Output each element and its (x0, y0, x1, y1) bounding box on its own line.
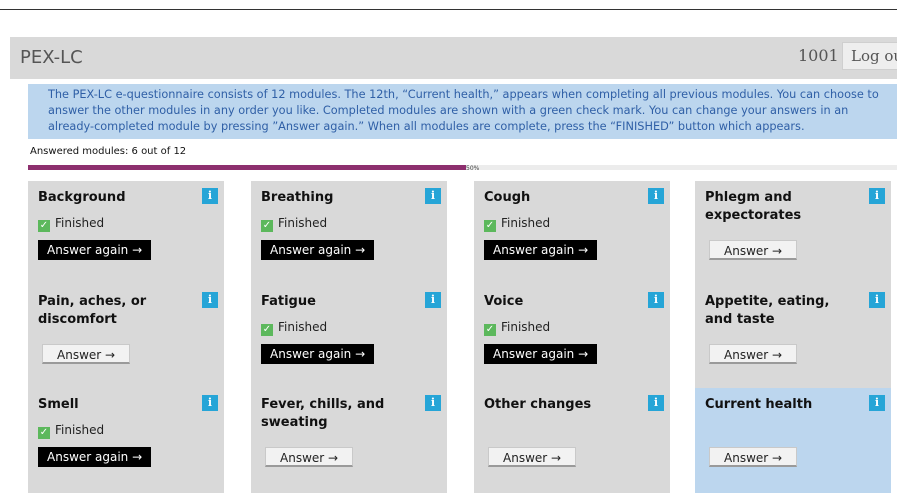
finished-status: ✓ Finished (484, 320, 550, 336)
answer-button[interactable]: Answer → (488, 447, 577, 467)
app-header: PEX-LC 1001 Log out (10, 37, 897, 79)
finished-status: ✓ Finished (261, 216, 327, 232)
check-icon: ✓ (261, 220, 273, 232)
progress-percent: 50% (466, 165, 480, 172)
answer-again-button[interactable]: Answer again → (261, 344, 375, 364)
answer-again-button[interactable]: Answer again → (38, 447, 152, 467)
finished-status: ✓ Finished (484, 216, 550, 232)
info-icon[interactable]: i (648, 188, 664, 204)
module-title: Other changes (484, 397, 592, 412)
info-icon[interactable]: i (648, 292, 664, 308)
check-icon: ✓ (261, 324, 273, 336)
app-title: PEX-LC (20, 47, 83, 68)
status-label: Finished (278, 320, 328, 334)
module-card-other-changes: Other changes i Answer → (474, 388, 670, 493)
info-icon[interactable]: i (869, 188, 885, 204)
answer-button[interactable]: Answer → (265, 447, 354, 467)
answer-button[interactable]: Answer → (709, 240, 798, 260)
module-title: Fever, chills, and sweating (261, 397, 385, 430)
answer-again-button[interactable]: Answer again → (261, 240, 375, 260)
progress-label: Answered modules: 6 out of 12 (30, 146, 187, 157)
finished-status: ✓ Finished (261, 320, 327, 336)
module-title: Pain, aches, or discomfort (38, 294, 147, 327)
module-card-fever: Fever, chills, and sweating i Answer → (251, 388, 447, 493)
check-icon: ✓ (38, 427, 50, 439)
module-title: Smell (38, 397, 79, 412)
module-title: Breathing (261, 190, 334, 205)
info-icon[interactable]: i (869, 395, 885, 411)
module-title: Appetite, eating, and taste (705, 294, 830, 327)
info-icon[interactable]: i (202, 395, 218, 411)
answer-button[interactable]: Answer → (42, 344, 131, 364)
check-icon: ✓ (484, 324, 496, 336)
info-icon[interactable]: i (425, 292, 441, 308)
info-icon[interactable]: i (425, 188, 441, 204)
answer-button[interactable]: Answer → (709, 447, 798, 467)
user-id: 1001 (798, 46, 839, 65)
check-icon: ✓ (484, 220, 496, 232)
module-card-fatigue: Fatigue i ✓ Finished Answer again → (251, 285, 447, 390)
module-card-voice: Voice i ✓ Finished Answer again → (474, 285, 670, 390)
module-card-cough: Cough i ✓ Finished Answer again → (474, 181, 670, 286)
module-card-phlegm: Phlegm and expectorates i Answer → (695, 181, 891, 286)
info-icon[interactable]: i (648, 395, 664, 411)
module-title: Cough (484, 190, 531, 205)
status-label: Finished (55, 216, 105, 230)
logout-button[interactable]: Log out (842, 42, 897, 70)
status-label: Finished (501, 320, 551, 334)
info-icon[interactable]: i (202, 188, 218, 204)
status-label: Finished (501, 216, 551, 230)
info-icon[interactable]: i (202, 292, 218, 308)
module-title: Voice (484, 294, 524, 309)
module-card-smell: Smell i ✓ Finished Answer again → (28, 388, 224, 493)
check-icon: ✓ (38, 220, 50, 232)
finished-status: ✓ Finished (38, 216, 104, 232)
top-divider (0, 9, 897, 10)
info-icon[interactable]: i (425, 395, 441, 411)
answer-again-button[interactable]: Answer again → (484, 240, 598, 260)
status-label: Finished (55, 423, 105, 437)
module-title: Fatigue (261, 294, 316, 309)
module-title: Background (38, 190, 126, 205)
module-card-breathing: Breathing i ✓ Finished Answer again → (251, 181, 447, 286)
module-title: Current health (705, 397, 813, 412)
progress-bar (28, 165, 897, 170)
module-title: Phlegm and expectorates (705, 190, 802, 223)
module-card-current-health: Current health i Answer → (695, 388, 891, 493)
instructions-banner: The PEX-LC e-questionnaire consists of 1… (28, 84, 897, 139)
info-icon[interactable]: i (869, 292, 885, 308)
module-card-appetite: Appetite, eating, and taste i Answer → (695, 285, 891, 390)
answer-button[interactable]: Answer → (709, 344, 798, 364)
module-card-background: Background i ✓ Finished Answer again → (28, 181, 224, 286)
status-label: Finished (278, 216, 328, 230)
module-card-pain: Pain, aches, or discomfort i Answer → (28, 285, 224, 390)
answer-again-button[interactable]: Answer again → (38, 240, 152, 260)
answer-again-button[interactable]: Answer again → (484, 344, 598, 364)
finished-status: ✓ Finished (38, 423, 104, 439)
progress-bar-fill (28, 165, 466, 170)
